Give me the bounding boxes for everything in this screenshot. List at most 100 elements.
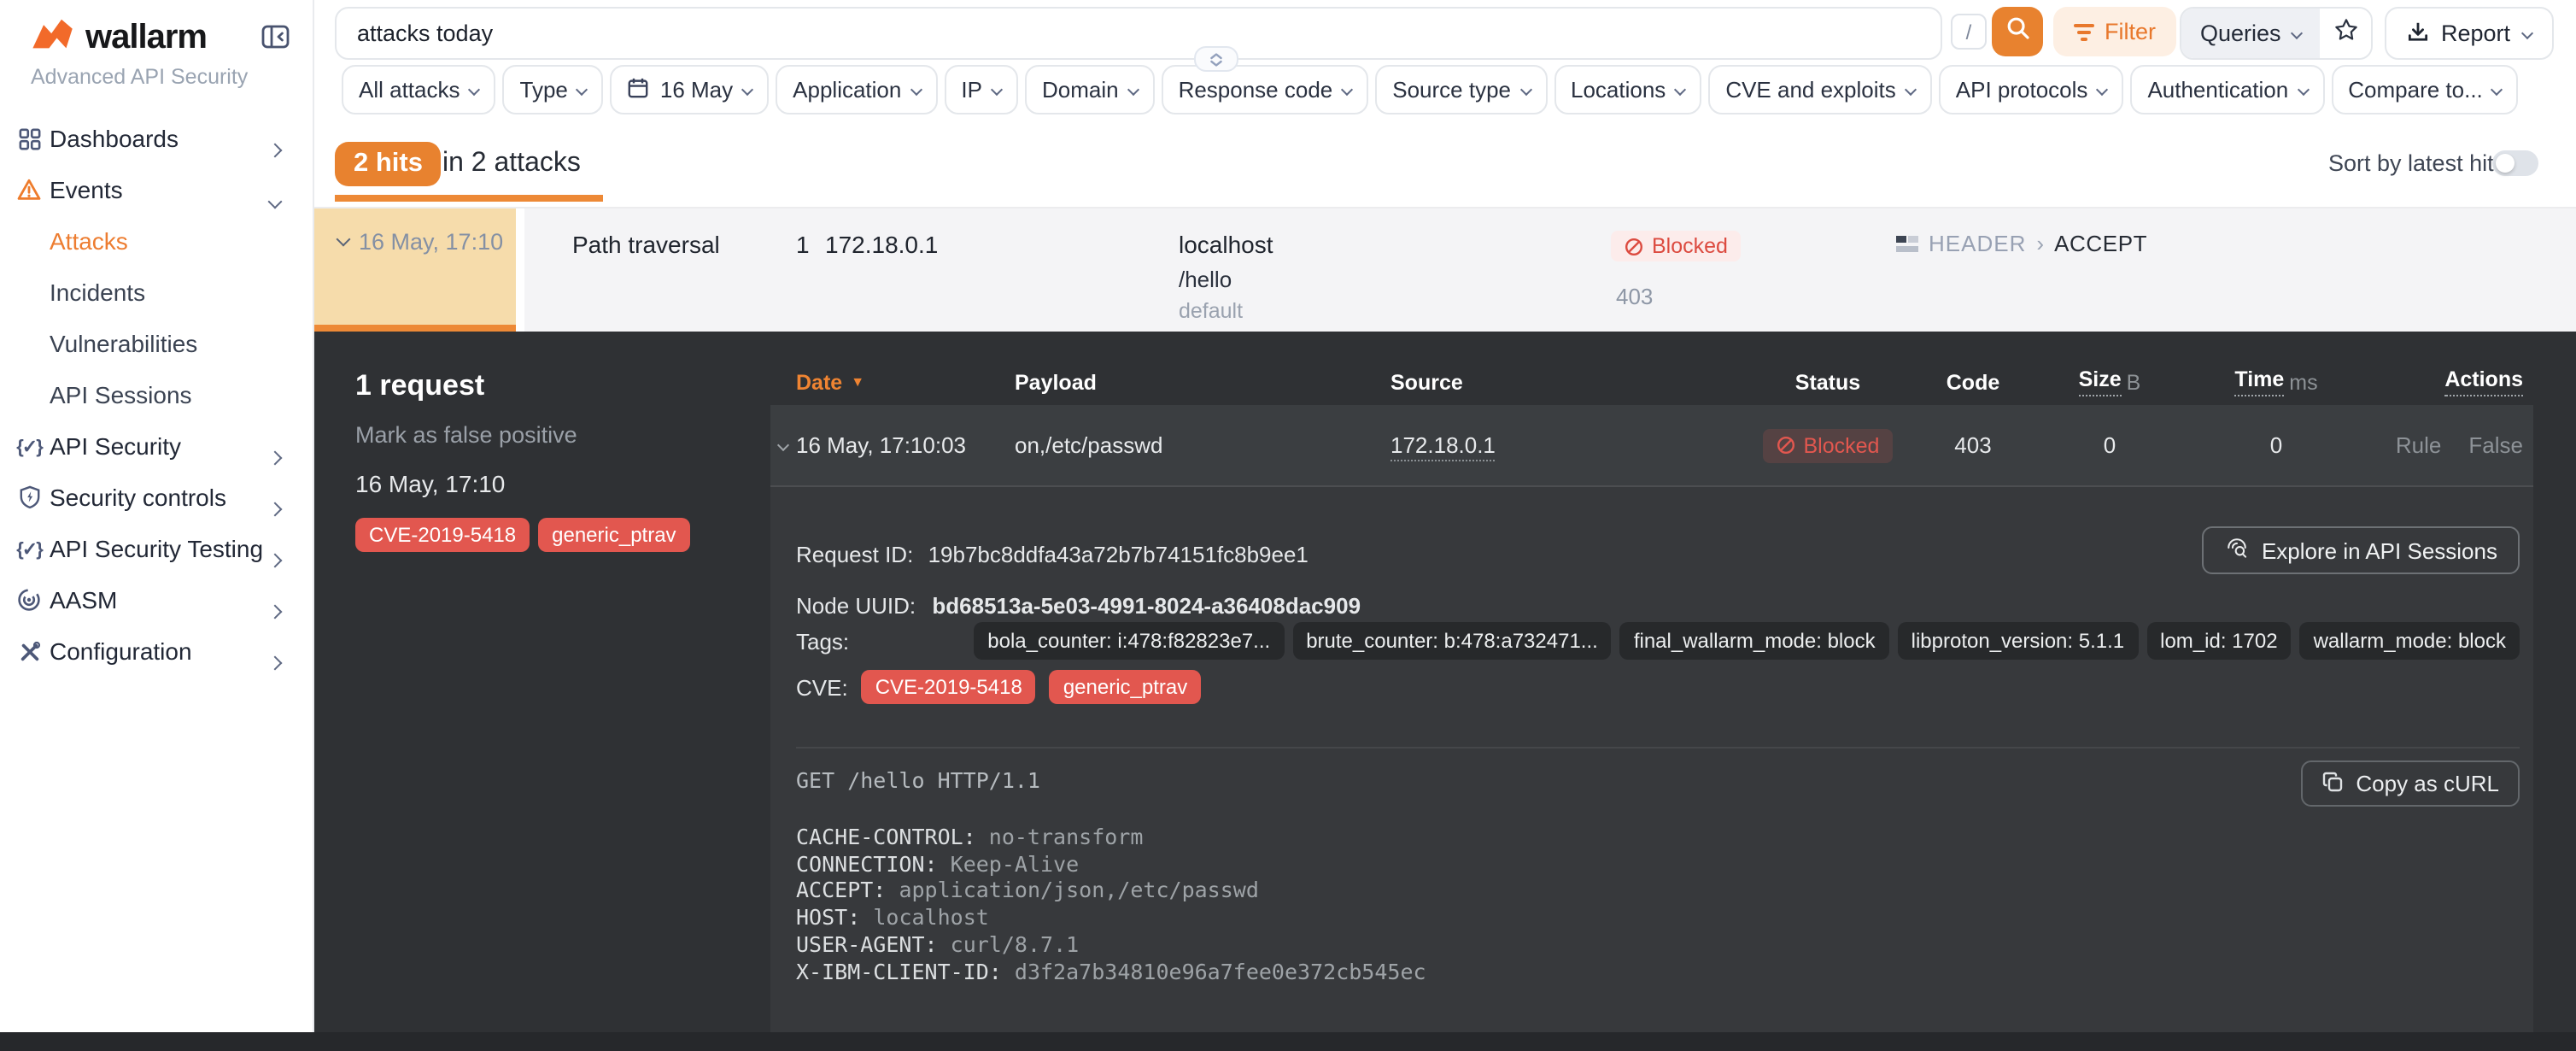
- http-header-row: CONNECTION: Keep-Alive: [796, 850, 1426, 878]
- request-row[interactable]: 16 May, 17:10:03 on,/etc/passwd 172.18.0…: [770, 405, 2533, 487]
- header-location-icon: [1896, 235, 1918, 252]
- chip-label: API protocols: [1956, 77, 2088, 103]
- sidebar-item-security-controls[interactable]: Security controls: [0, 472, 313, 523]
- sidebar-item-label: Vulnerabilities: [50, 330, 197, 357]
- sidebar-item-incidents[interactable]: Incidents: [0, 267, 313, 318]
- favorite-star-button[interactable]: [2321, 9, 2372, 58]
- sidebar-item-dashboards[interactable]: Dashboards: [0, 113, 313, 164]
- cve-badge[interactable]: CVE-2019-5418: [355, 518, 530, 552]
- cve-row: CVE: CVE-2019-5418 generic_ptrav: [796, 670, 1201, 704]
- chevron-down-icon: [1341, 84, 1353, 96]
- tag-chip[interactable]: brute_counter: b:478:a732471...: [1292, 622, 1612, 660]
- sidebar-item-aasm[interactable]: AASM: [0, 574, 313, 625]
- column-actions[interactable]: Actions: [2366, 367, 2533, 396]
- column-time[interactable]: Timems: [2187, 367, 2366, 396]
- request-id-value: 19b7bc8ddfa43a72b7b74151fc8b9ee1: [928, 542, 1308, 567]
- false-action-link[interactable]: False: [2468, 432, 2523, 458]
- rule-action-link[interactable]: Rule: [2396, 432, 2442, 458]
- chip-label: Authentication: [2147, 77, 2288, 103]
- sidebar-item-api-security-testing[interactable]: {✓} API Security Testing: [0, 523, 313, 574]
- wallarm-logo-icon: [29, 17, 77, 60]
- attack-row[interactable]: 16 May, 17:10 Path traversal 1 172.18.0.…: [313, 207, 2576, 333]
- sidebar-item-attacks[interactable]: Attacks: [0, 215, 313, 267]
- sidebar-item-label: API Security Testing: [50, 535, 263, 562]
- tag-chip[interactable]: final_wallarm_mode: block: [1620, 622, 1889, 660]
- chevron-down-icon[interactable]: [777, 439, 789, 451]
- chevron-right-icon: [270, 646, 280, 673]
- shield-icon: [17, 485, 41, 509]
- sidebar-item-label: Security controls: [50, 484, 226, 511]
- filter-chip-application[interactable]: Application: [776, 65, 937, 114]
- sidebar-item-api-sessions[interactable]: API Sessions: [0, 369, 313, 420]
- filter-chip-date[interactable]: 16 May: [611, 65, 769, 114]
- sidebar-item-api-security[interactable]: {✓} API Security: [0, 420, 313, 472]
- sidebar-item-label: AASM: [50, 586, 117, 614]
- filter-chip-all-attacks[interactable]: All attacks: [342, 65, 496, 114]
- request-source-link[interactable]: 172.18.0.1: [1390, 432, 1496, 461]
- attack-date-cell[interactable]: 16 May, 17:10: [313, 208, 524, 333]
- mark-false-positive-link[interactable]: Mark as false positive: [355, 422, 748, 448]
- http-header-row: CACHE-CONTROL: no-transform: [796, 824, 1426, 851]
- calendar-icon: [628, 76, 650, 103]
- filter-chip-locations[interactable]: Locations: [1554, 65, 1701, 114]
- column-size[interactable]: SizeB: [2033, 367, 2187, 396]
- sidebar-item-vulnerabilities[interactable]: Vulnerabilities: [0, 318, 313, 369]
- breadcrumb-separator: ›: [2036, 231, 2044, 256]
- filter-chip-ip[interactable]: IP: [944, 65, 1018, 114]
- filter-chip-authentication[interactable]: Authentication: [2130, 65, 2324, 114]
- filter-chip-compare-to[interactable]: Compare to...: [2331, 65, 2519, 114]
- param-name: ACCEPT: [2054, 231, 2147, 256]
- fingerprint-search-icon: [2224, 535, 2250, 566]
- sidebar-item-configuration[interactable]: Configuration: [0, 625, 313, 677]
- column-date[interactable]: Date▼: [796, 370, 1015, 394]
- column-source[interactable]: Source: [1390, 370, 1742, 394]
- chevron-down-icon: [2096, 84, 2108, 96]
- collapse-filters-button[interactable]: [1194, 46, 1238, 72]
- request-code: 403: [1913, 432, 2033, 458]
- column-status[interactable]: Status: [1742, 370, 1913, 394]
- sort-desc-icon: ▼: [851, 374, 864, 390]
- chevron-down-icon: [337, 232, 351, 247]
- report-button[interactable]: Report: [2385, 7, 2553, 60]
- cve-badge[interactable]: CVE-2019-5418: [862, 670, 1036, 704]
- request-count: 1 request: [355, 369, 748, 403]
- report-label: Report: [2441, 21, 2510, 46]
- request-size: 0: [2033, 432, 2187, 458]
- tag-chip[interactable]: bola_counter: i:478:f82823e7...: [974, 622, 1284, 660]
- explore-label: Explore in API Sessions: [2262, 537, 2497, 563]
- attack-detail-panel: 1 request Mark as false positive 16 May,…: [313, 332, 2576, 1051]
- explore-api-sessions-button[interactable]: Explore in API Sessions: [2202, 526, 2520, 574]
- chip-label: All attacks: [359, 77, 460, 103]
- tag-chips: bola_counter: i:478:f82823e7... brute_co…: [974, 622, 2520, 660]
- filter-chip-domain[interactable]: Domain: [1025, 65, 1155, 114]
- sidebar-item-label: API Sessions: [50, 381, 192, 408]
- filter-button[interactable]: Filter: [2053, 7, 2176, 56]
- sidebar-collapse-icon[interactable]: [261, 24, 290, 50]
- tags-row: Tags: bola_counter: i:478:f82823e7... br…: [796, 622, 2520, 660]
- search-button[interactable]: [1992, 7, 2043, 56]
- queries-dropdown[interactable]: Queries: [2181, 9, 2321, 58]
- filter-chip-source-type[interactable]: Source type: [1375, 65, 1547, 114]
- detail-date: 16 May, 17:10: [355, 470, 748, 497]
- search-input[interactable]: [337, 9, 1941, 58]
- sidebar-item-events[interactable]: Events: [0, 164, 313, 215]
- cve-badge[interactable]: generic_ptrav: [538, 518, 689, 552]
- column-code[interactable]: Code: [1913, 370, 2033, 394]
- attack-application: default: [1179, 299, 1243, 323]
- brand: wallarm: [0, 0, 313, 60]
- braces-check-icon: {✓}: [17, 434, 41, 458]
- filter-chip-cve-exploits[interactable]: CVE and exploits: [1708, 65, 1931, 114]
- sort-toggle[interactable]: [2492, 150, 2538, 176]
- filter-chip-response-code[interactable]: Response code: [1162, 65, 1369, 114]
- chip-label: Compare to...: [2348, 77, 2483, 103]
- tag-chip[interactable]: lom_id: 1702: [2146, 622, 2291, 660]
- copy-as-curl-button[interactable]: Copy as cURL: [2301, 760, 2520, 807]
- tag-chip[interactable]: wallarm_mode: block: [2300, 622, 2520, 660]
- column-payload[interactable]: Payload: [1015, 370, 1390, 394]
- filter-chip-type[interactable]: Type: [503, 65, 604, 114]
- sidebar-item-label: Incidents: [50, 279, 145, 306]
- filter-chip-api-protocols[interactable]: API protocols: [1939, 65, 2124, 114]
- tag-chip[interactable]: libproton_version: 5.1.1: [1898, 622, 2139, 660]
- cve-badge[interactable]: generic_ptrav: [1050, 670, 1201, 704]
- http-header-row: USER-AGENT: curl/8.7.1: [796, 931, 1426, 959]
